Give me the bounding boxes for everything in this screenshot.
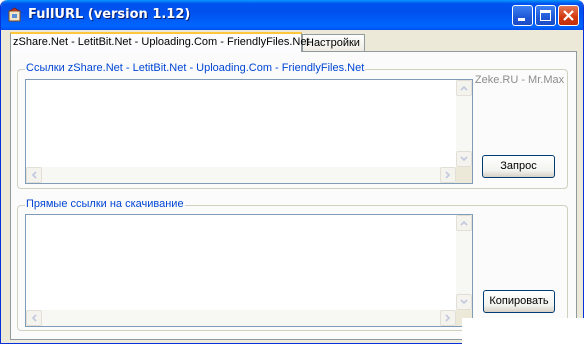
- direct-links-textarea[interactable]: [25, 214, 473, 327]
- chevron-left-icon: [31, 171, 37, 179]
- minimize-icon: [518, 18, 525, 21]
- tab-settings[interactable]: Настройки: [302, 34, 365, 52]
- main-window: FullURL (version 1.12) zShare.Net - Leti…: [0, 0, 584, 344]
- direct-links-group-legend: Прямые ссылки на скачивание: [25, 198, 185, 210]
- links-textarea[interactable]: [25, 79, 473, 184]
- direct-vertical-scrollbar[interactable]: [456, 215, 472, 310]
- chevron-down-icon: [460, 299, 468, 305]
- request-button[interactable]: Запрос: [482, 155, 555, 178]
- credit-label: Zeke.RU - Mr.Max: [474, 74, 565, 86]
- close-button[interactable]: [558, 5, 579, 26]
- background-patch: [462, 318, 584, 344]
- scroll-corner: [456, 167, 472, 183]
- chevron-right-icon: [445, 171, 451, 179]
- title-bar[interactable]: FullURL (version 1.12): [1, 0, 583, 30]
- copy-button[interactable]: Копировать: [483, 290, 555, 313]
- chevron-left-icon: [31, 314, 37, 322]
- links-vertical-scrollbar[interactable]: [456, 80, 472, 167]
- scroll-left-button[interactable]: [26, 167, 42, 183]
- chevron-right-icon: [445, 314, 451, 322]
- scroll-right-button[interactable]: [440, 310, 456, 326]
- window-title: FullURL (version 1.12): [28, 7, 191, 22]
- links-group-legend: Ссылки zShare.Net - LetitBit.Net - Uploa…: [25, 62, 366, 74]
- scroll-up-button[interactable]: [456, 215, 472, 231]
- close-icon: [563, 10, 574, 21]
- scroll-left-button[interactable]: [26, 310, 42, 326]
- chevron-down-icon: [460, 156, 468, 162]
- minimize-button[interactable]: [512, 5, 533, 26]
- scroll-right-button[interactable]: [440, 167, 456, 183]
- tab-links[interactable]: zShare.Net - LetitBit.Net - Uploading.Co…: [10, 32, 310, 52]
- scroll-down-button[interactable]: [456, 151, 472, 167]
- chevron-up-icon: [460, 220, 468, 226]
- maximize-button[interactable]: [535, 5, 556, 26]
- links-horizontal-scrollbar[interactable]: [26, 167, 456, 183]
- maximize-icon: [540, 10, 551, 21]
- direct-horizontal-scrollbar[interactable]: [26, 310, 456, 326]
- scroll-down-button[interactable]: [456, 294, 472, 310]
- app-icon[interactable]: [7, 7, 22, 22]
